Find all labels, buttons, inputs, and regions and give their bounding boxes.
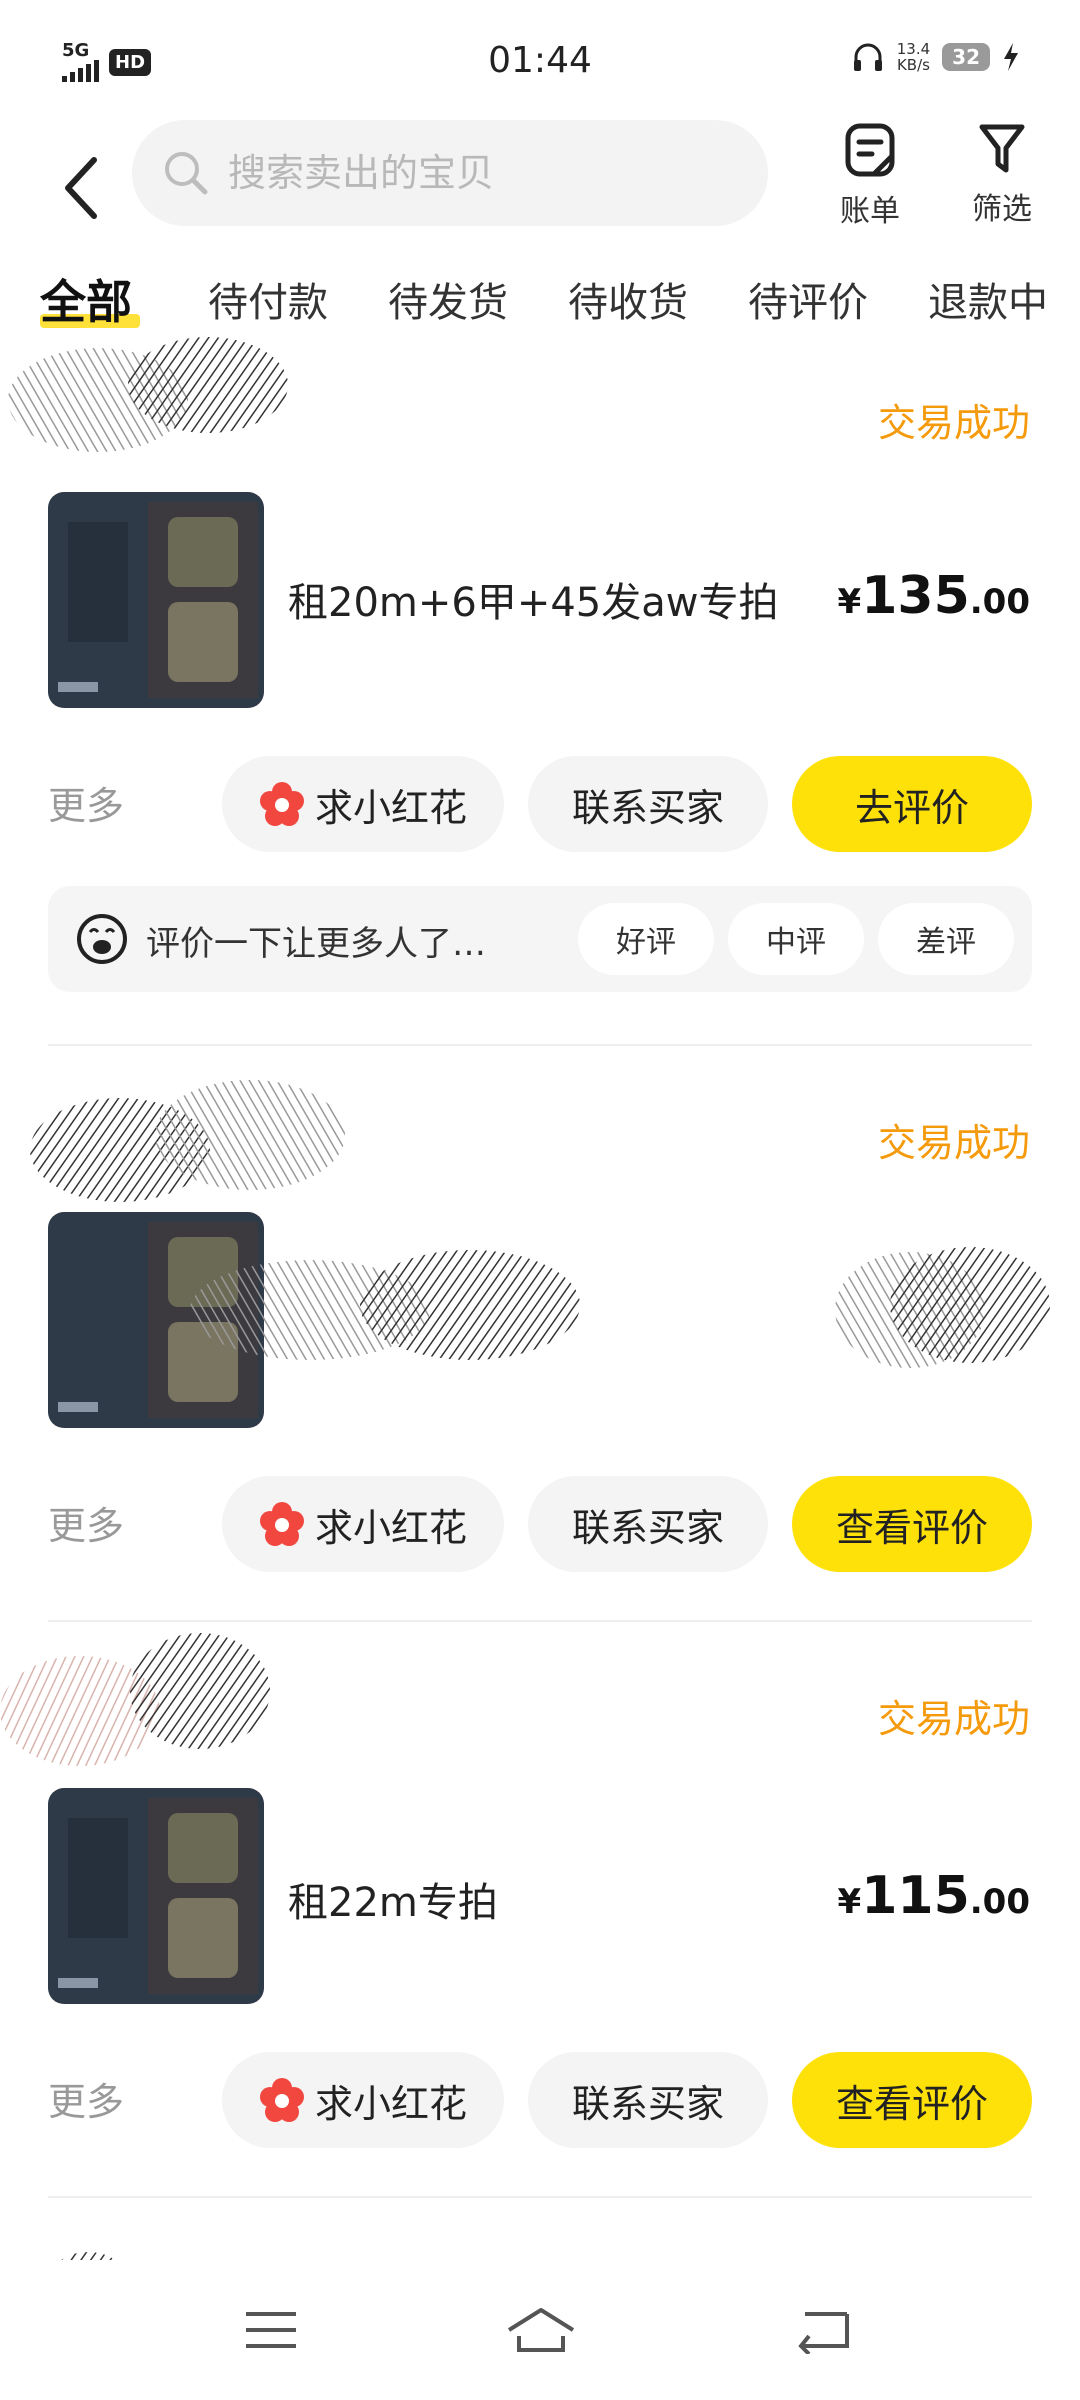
bill-icon xyxy=(845,123,895,177)
request-flower-button[interactable]: 求小红花 xyxy=(222,756,504,852)
request-flower-button[interactable]: 求小红花 xyxy=(222,2052,504,2148)
menu-icon xyxy=(246,2312,296,2348)
more-button[interactable]: 更多 xyxy=(48,775,124,830)
flower-icon xyxy=(259,782,304,826)
review-prompt-text: 评价一下让更多人了… xyxy=(146,924,486,964)
redacted-buyer-name xyxy=(8,337,288,452)
contact-buyer-button[interactable]: 联系买家 xyxy=(528,1476,768,1572)
charging-icon xyxy=(1004,43,1018,71)
search-input[interactable] xyxy=(228,151,708,195)
tab-pending-shipment[interactable]: 待发货 xyxy=(388,270,508,328)
order-card: 交易成功 租22m专拍 ¥115.00 更多 求小红花 联系买家 查看评价 xyxy=(0,1626,1080,2196)
nav-back-button[interactable] xyxy=(778,2300,868,2360)
redacted-buyer-name xyxy=(0,1633,270,1766)
price-decimal: .00 xyxy=(969,1882,1030,1922)
back-arrow-icon xyxy=(798,2312,849,2354)
search-icon xyxy=(165,152,208,195)
order-status: 交易成功 xyxy=(877,1121,1030,1165)
nav-home-button[interactable] xyxy=(496,2300,586,2360)
contact-buyer-button[interactable]: 联系买家 xyxy=(528,756,768,852)
order-divider xyxy=(48,1620,1032,1622)
status-right: 13.4 KB/s 32 xyxy=(851,40,1020,74)
product-price: ¥115.00 xyxy=(838,1866,1030,1926)
redacted-product-price xyxy=(835,1247,1050,1368)
good-review-chip[interactable]: 好评 xyxy=(578,903,714,975)
order-status: 交易成功 xyxy=(877,1697,1030,1741)
filter-icon xyxy=(979,124,1025,173)
price-currency: ¥ xyxy=(837,582,862,622)
tab-pending-payment[interactable]: 待付款 xyxy=(208,270,328,328)
nav-menu-button[interactable] xyxy=(226,2300,316,2360)
tab-pending-review[interactable]: 待评价 xyxy=(748,270,868,328)
product-title[interactable]: 租20m+6甲+45发aw专拍 xyxy=(288,570,778,628)
flower-icon xyxy=(259,1502,304,1546)
review-prompt-bar: 评价一下让更多人了… 好评 中评 差评 xyxy=(48,886,1032,992)
bill-label: 账单 xyxy=(840,194,900,229)
back-button[interactable] xyxy=(50,148,110,228)
product-title[interactable]: 租22m专拍 xyxy=(288,1870,498,1928)
price-integer: 115 xyxy=(861,1866,970,1926)
neutral-review-chip[interactable]: 中评 xyxy=(728,903,864,975)
redacted-product-title xyxy=(190,1250,580,1360)
order-divider xyxy=(48,1044,1032,1046)
filter-label: 筛选 xyxy=(972,192,1032,227)
speed-unit: KB/s xyxy=(896,56,930,74)
battery-indicator: 32 xyxy=(942,43,990,71)
header: 账单 筛选 xyxy=(0,120,1080,270)
more-button[interactable]: 更多 xyxy=(48,1495,124,1550)
order-card: 交易成功 租20m+6甲+45发aw专拍 ¥135.00 更多 求小红花 联系买… xyxy=(0,330,1080,1050)
price-integer: 135 xyxy=(861,566,970,626)
request-flower-label: 求小红花 xyxy=(314,785,467,830)
tab-refunding[interactable]: 退款中 xyxy=(928,270,1048,328)
order-status: 交易成功 xyxy=(877,401,1030,445)
home-icon xyxy=(507,2308,575,2352)
price-currency: ¥ xyxy=(837,1882,862,1922)
order-divider xyxy=(48,2196,1032,2198)
request-flower-label: 求小红花 xyxy=(314,1505,467,1550)
more-button[interactable]: 更多 xyxy=(48,2071,124,2126)
chevron-left-icon xyxy=(65,157,97,219)
redacted-buyer-name xyxy=(30,1080,345,1202)
request-flower-label: 求小红花 xyxy=(314,2081,467,2126)
status-bar: 5G HD 01:44 13.4 KB/s 32 xyxy=(0,0,1080,120)
view-review-button[interactable]: 查看评价 xyxy=(792,2052,1032,2148)
contact-buyer-button[interactable]: 联系买家 xyxy=(528,2052,768,2148)
flower-icon xyxy=(259,2078,304,2122)
request-flower-button[interactable]: 求小红花 xyxy=(222,1476,504,1572)
tab-pending-receipt[interactable]: 待收货 xyxy=(568,270,688,328)
order-card: 交易成功 更多 求小红花 联系买家 查看评价 xyxy=(0,1050,1080,1620)
product-thumbnail[interactable] xyxy=(48,492,264,708)
bill-button[interactable]: 账单 xyxy=(820,122,920,230)
tab-all[interactable]: 全部 xyxy=(40,266,132,332)
search-bar[interactable] xyxy=(132,120,768,226)
product-thumbnail[interactable] xyxy=(48,1788,264,2004)
emoji-face-icon xyxy=(77,914,127,964)
system-nav-bar xyxy=(0,2260,1080,2400)
write-review-button[interactable]: 去评价 xyxy=(792,756,1032,852)
bad-review-chip[interactable]: 差评 xyxy=(878,903,1014,975)
headphones-icon xyxy=(853,43,882,71)
speed-value: 13.4 xyxy=(896,40,931,58)
price-decimal: .00 xyxy=(969,582,1030,622)
product-price: ¥135.00 xyxy=(838,566,1030,626)
view-review-button[interactable]: 查看评价 xyxy=(792,1476,1032,1572)
network-speed: 13.4 KB/s xyxy=(897,41,930,73)
filter-button[interactable]: 筛选 xyxy=(952,122,1052,228)
